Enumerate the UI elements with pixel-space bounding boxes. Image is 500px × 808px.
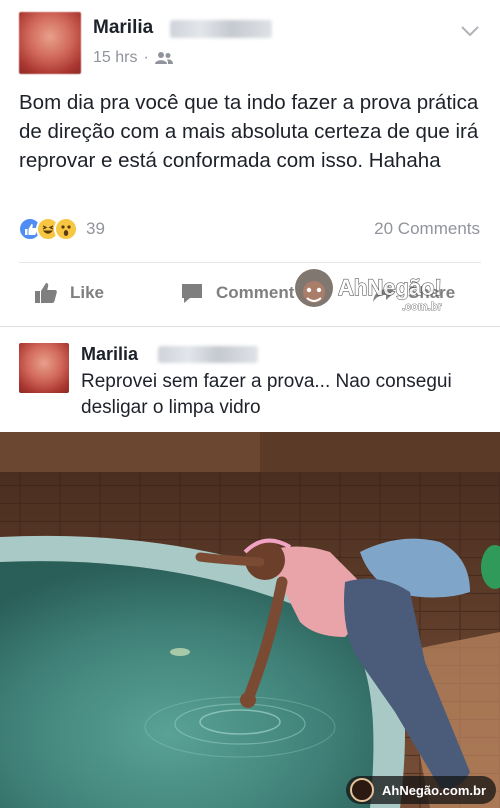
comment-item: Marilia Reprovei sem fazer a prova... Na… [0, 327, 500, 432]
comment-label: Comment [216, 283, 295, 302]
post-timestamp[interactable]: 15 hrs [93, 49, 137, 67]
wow-icon [54, 217, 78, 241]
thumbs-up-icon [35, 283, 57, 303]
post-text: Bom dia pra você que ta indo fazer a pro… [19, 91, 479, 172]
attached-photo[interactable]: AhNegão.com.br [0, 432, 500, 808]
comment-bubble-icon [182, 284, 202, 303]
comments-count[interactable]: 20 Comments [374, 219, 480, 239]
reaction-count: 39 [86, 219, 105, 238]
chevron-down-icon[interactable] [460, 24, 480, 38]
comment-text: Reprovei sem fazer a prova... Nao conseg… [81, 371, 452, 418]
commenter-surname-redacted [158, 346, 258, 363]
comment-button[interactable]: Comment [180, 282, 294, 304]
mascot-icon [349, 778, 374, 802]
friends-icon [154, 52, 173, 64]
post-card: Marilia 15 hrs · Bom dia pra você que ta… [0, 0, 500, 326]
author-avatar[interactable] [19, 12, 81, 74]
reactions-summary[interactable]: 39 [18, 216, 105, 242]
like-button[interactable]: Like [34, 282, 104, 304]
author-surname-redacted [170, 20, 272, 38]
photo-watermark-badge: AhNegão.com.br [345, 776, 496, 804]
post-meta: 15 hrs · [93, 49, 173, 67]
like-label: Like [70, 283, 105, 302]
commenter-avatar[interactable] [19, 343, 69, 393]
watermark-brand: AhNegão! [338, 275, 442, 300]
author-name[interactable]: Marilia [93, 17, 153, 39]
photo-watermark-text: AhNegão.com.br [381, 782, 486, 798]
watermark-domain: .com.br [402, 301, 442, 313]
meta-separator: · [143, 49, 149, 66]
site-watermark: AhNegão! .com.br [290, 262, 460, 318]
commenter-name[interactable]: Marilia [81, 344, 138, 365]
pool-photo-illustration [0, 432, 500, 808]
